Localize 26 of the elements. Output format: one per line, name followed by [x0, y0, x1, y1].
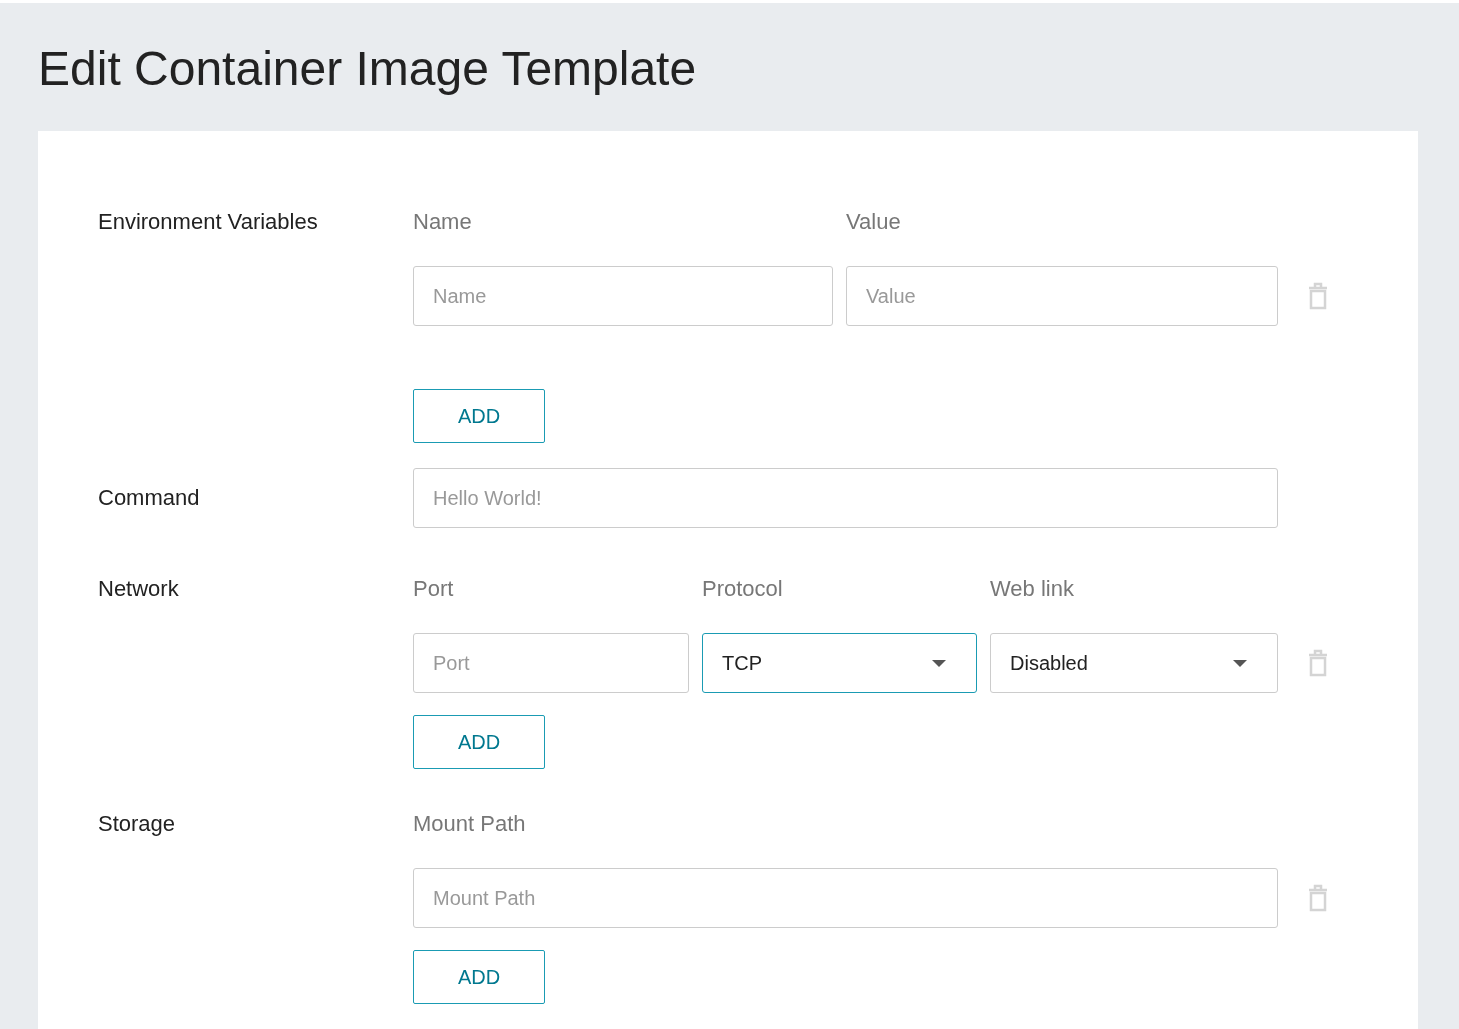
caret-icon	[1233, 659, 1247, 667]
add-button[interactable]: ADD	[413, 715, 545, 769]
column-heading: Port	[413, 576, 455, 602]
section-label: Network	[98, 576, 180, 603]
column-heading: Protocol	[702, 576, 784, 602]
column-heading: Web link	[990, 576, 1075, 602]
input-field[interactable]: Name	[413, 266, 833, 326]
column-heading: Name	[413, 209, 473, 235]
input-field[interactable]: Value	[846, 266, 1278, 326]
column-heading: Value	[846, 209, 902, 235]
dropdown-field[interactable]: Disabled	[990, 633, 1278, 693]
column-heading: Mount Path	[413, 811, 527, 837]
section-label: Storage	[98, 811, 177, 838]
trash-icon[interactable]	[1308, 282, 1328, 310]
caret-icon	[932, 659, 946, 667]
page-title: Edit Container Image Template	[37, 41, 698, 97]
dropdown-field[interactable]: TCP	[702, 633, 977, 693]
input-field[interactable]: Hello World!	[413, 468, 1278, 528]
section-label: Environment Variables	[98, 209, 319, 236]
add-button[interactable]: ADD	[413, 389, 545, 443]
add-button[interactable]: ADD	[413, 950, 545, 1004]
trash-icon[interactable]	[1308, 884, 1328, 912]
input-field[interactable]: Mount Path	[413, 868, 1278, 928]
input-field[interactable]: Port	[413, 633, 689, 693]
trash-icon[interactable]	[1308, 649, 1328, 677]
section-label: Command	[98, 485, 201, 511]
